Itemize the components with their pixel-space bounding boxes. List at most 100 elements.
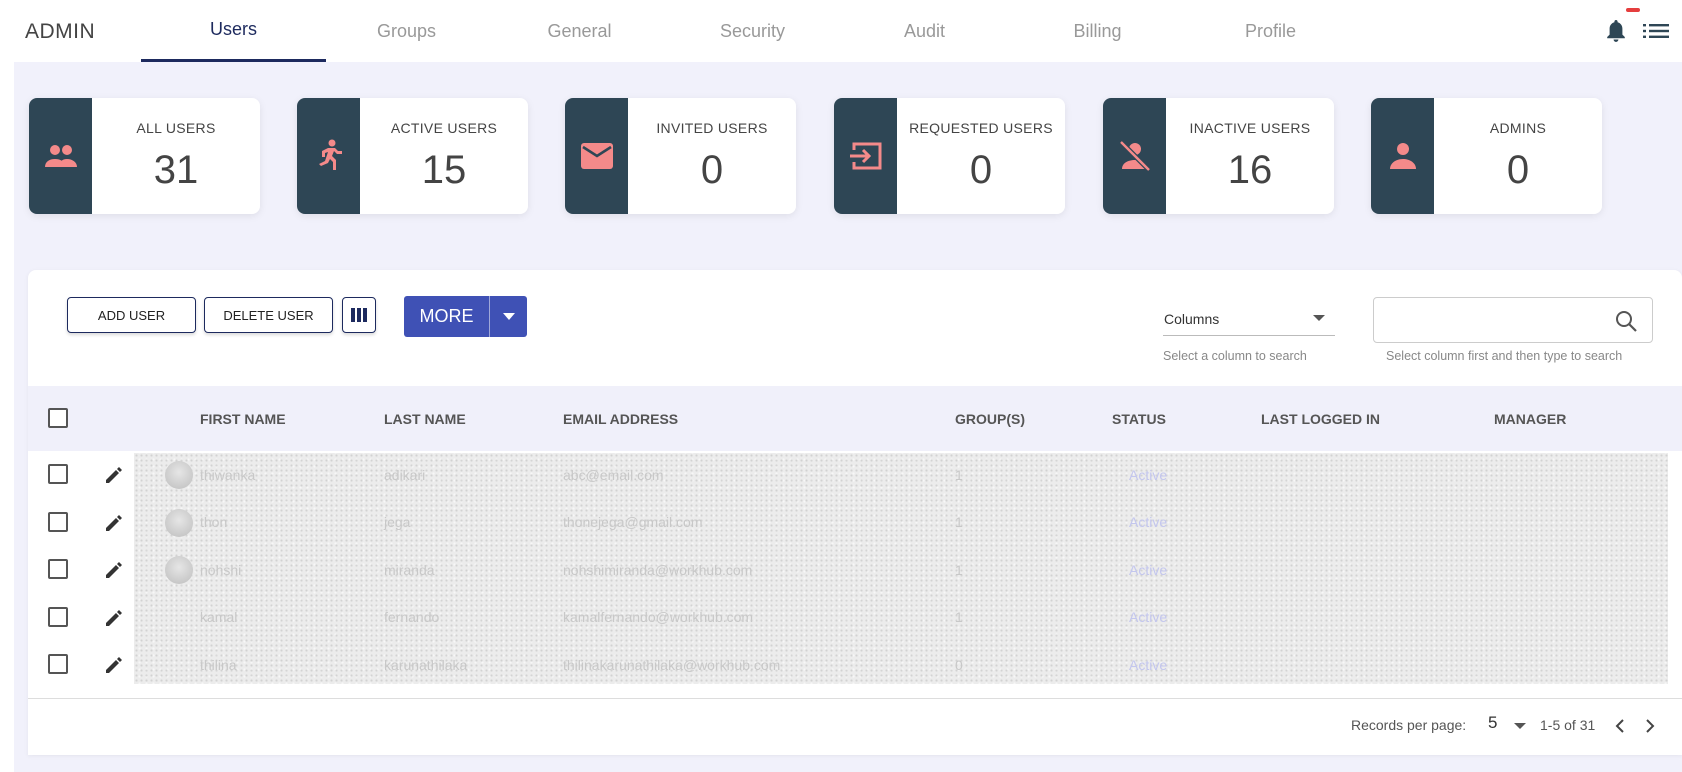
stat-icon-box	[834, 98, 897, 214]
stat-icon-box	[1371, 98, 1434, 214]
records-per-page-select[interactable]: 5	[1488, 713, 1497, 733]
cell-groups: 0	[955, 656, 963, 673]
stat-card-active-users[interactable]: ACTIVE USERS 15	[297, 98, 528, 214]
dropdown-arrow-icon[interactable]	[1514, 723, 1526, 729]
edit-icon[interactable]	[103, 607, 125, 629]
stat-card-requested-users[interactable]: REQUESTED USERS 0	[834, 98, 1065, 214]
table-row[interactable]: thilina karunathilaka thilinakarunathila…	[28, 641, 1682, 689]
edit-icon[interactable]	[103, 654, 125, 676]
top-navigation: ADMIN Users Groups General Security Audi…	[0, 0, 1682, 62]
column-header-groups[interactable]: GROUP(S)	[955, 386, 1025, 451]
column-header-last-logged-in[interactable]: LAST LOGGED IN	[1261, 386, 1380, 451]
row-checkbox[interactable]	[48, 464, 68, 484]
stat-label: ACTIVE USERS	[390, 120, 498, 136]
column-select[interactable]: Columns	[1163, 302, 1335, 336]
tab-audit[interactable]: Audit	[832, 0, 1017, 62]
table-row[interactable]: kamal fernando kamalfernando@workhub.com…	[28, 594, 1682, 642]
table-header: FIRST NAME LAST NAME EMAIL ADDRESS GROUP…	[28, 386, 1682, 451]
column-toggle-button[interactable]	[342, 297, 376, 333]
search-hint: Select column first and then type to sea…	[1386, 349, 1623, 363]
cell-status: Active	[1129, 466, 1168, 483]
search-icon[interactable]	[1614, 309, 1638, 333]
row-checkbox[interactable]	[48, 511, 68, 532]
person-icon	[1389, 143, 1416, 169]
column-header-email[interactable]: EMAIL ADDRESS	[563, 386, 678, 451]
row-checkbox[interactable]	[48, 654, 68, 674]
login-arrow-icon	[849, 142, 881, 170]
edit-icon[interactable]	[103, 512, 125, 534]
stat-value: 0	[1506, 148, 1530, 192]
cell-first-name: thon	[200, 514, 228, 531]
stat-label: REQUESTED USERS	[909, 120, 1053, 136]
stat-icon-box	[565, 98, 628, 214]
column-header-status[interactable]: STATUS	[1112, 386, 1166, 451]
stat-value: 16	[1227, 148, 1273, 192]
stat-card-invited-users[interactable]: INVITED USERS 0	[565, 98, 796, 214]
avatar	[165, 556, 193, 584]
cell-groups: 1	[955, 466, 963, 483]
add-user-button[interactable]: ADD USER	[67, 297, 196, 333]
stat-value: 0	[700, 148, 724, 192]
more-dropdown-toggle[interactable]	[490, 296, 527, 337]
bell-icon[interactable]	[1604, 18, 1628, 44]
more-button-label[interactable]: MORE	[404, 296, 490, 337]
stat-value: 0	[969, 148, 993, 192]
chevron-right-icon[interactable]	[1639, 716, 1659, 736]
edit-icon[interactable]	[103, 464, 125, 486]
stat-card-admins[interactable]: ADMINS 0	[1371, 98, 1602, 214]
envelope-icon	[580, 143, 613, 169]
cell-email: kamalfernando@workhub.com	[563, 609, 754, 626]
cell-last-name: karunathilaka	[384, 656, 468, 673]
chevron-left-icon[interactable]	[1611, 716, 1631, 736]
cell-last-name: miranda	[384, 561, 435, 578]
cell-groups: 1	[955, 514, 963, 531]
stat-icon-box	[297, 98, 360, 214]
column-header-manager[interactable]: MANAGER	[1494, 386, 1566, 451]
cell-email: nohshimiranda@workhub.com	[563, 561, 753, 578]
table-row[interactable]: nohshi miranda nohshimiranda@workhub.com…	[28, 546, 1682, 594]
stat-value: 15	[421, 148, 467, 192]
cell-first-name: nohshi	[200, 561, 242, 578]
tab-groups[interactable]: Groups	[314, 0, 499, 62]
cell-status: Active	[1129, 561, 1168, 578]
cell-groups: 1	[955, 609, 963, 626]
tab-security[interactable]: Security	[660, 0, 845, 62]
cell-status: Active	[1129, 514, 1168, 531]
columns-icon	[351, 308, 367, 322]
column-header-first-name[interactable]: FIRST NAME	[200, 386, 286, 451]
avatar	[165, 461, 193, 489]
table-row[interactable]: thiwanka adikari abc@email.com 1 Active	[28, 451, 1682, 499]
people-icon	[44, 145, 77, 167]
stat-label: INVITED USERS	[656, 120, 768, 136]
notification-badge	[1626, 8, 1640, 12]
cell-first-name: thiwanka	[200, 466, 256, 483]
stat-label: ADMINS	[1489, 120, 1547, 136]
tab-users[interactable]: Users	[141, 0, 326, 62]
cell-status: Active	[1129, 609, 1168, 626]
row-checkbox[interactable]	[48, 559, 68, 579]
column-select-value: Columns	[1164, 310, 1220, 327]
column-header-last-name[interactable]: LAST NAME	[384, 386, 466, 451]
avatar	[165, 508, 193, 537]
table-row[interactable]: thon jega thonejega@gmail.com 1 Active	[28, 499, 1682, 547]
search-input[interactable]	[1373, 297, 1653, 343]
stat-card-inactive-users[interactable]: INACTIVE USERS 16	[1103, 98, 1334, 214]
cell-email: thilinakarunathilaka@workhub.com	[563, 656, 781, 673]
cell-first-name: thilina	[200, 656, 237, 673]
users-table-panel: ADD USER DELETE USER MORE Columns Select…	[28, 270, 1682, 755]
stat-value: 31	[153, 148, 199, 192]
more-button[interactable]: MORE	[404, 296, 527, 337]
tab-profile[interactable]: Profile	[1178, 0, 1363, 62]
list-menu-icon[interactable]	[1643, 21, 1669, 41]
select-all-checkbox[interactable]	[48, 408, 68, 428]
stat-card-all-users[interactable]: ALL USERS 31	[29, 98, 260, 214]
delete-user-button[interactable]: DELETE USER	[204, 297, 333, 333]
row-checkbox[interactable]	[48, 606, 68, 627]
edit-icon[interactable]	[103, 559, 125, 581]
tab-billing[interactable]: Billing	[1005, 0, 1190, 62]
caret-down-icon	[502, 313, 515, 320]
tab-general[interactable]: General	[487, 0, 672, 62]
column-select-hint: Select a column to search	[1163, 349, 1307, 363]
content-area: ALL USERS 31 ACTIVE USERS 15 INVITED USE…	[14, 62, 1682, 772]
cell-groups: 1	[955, 561, 963, 578]
